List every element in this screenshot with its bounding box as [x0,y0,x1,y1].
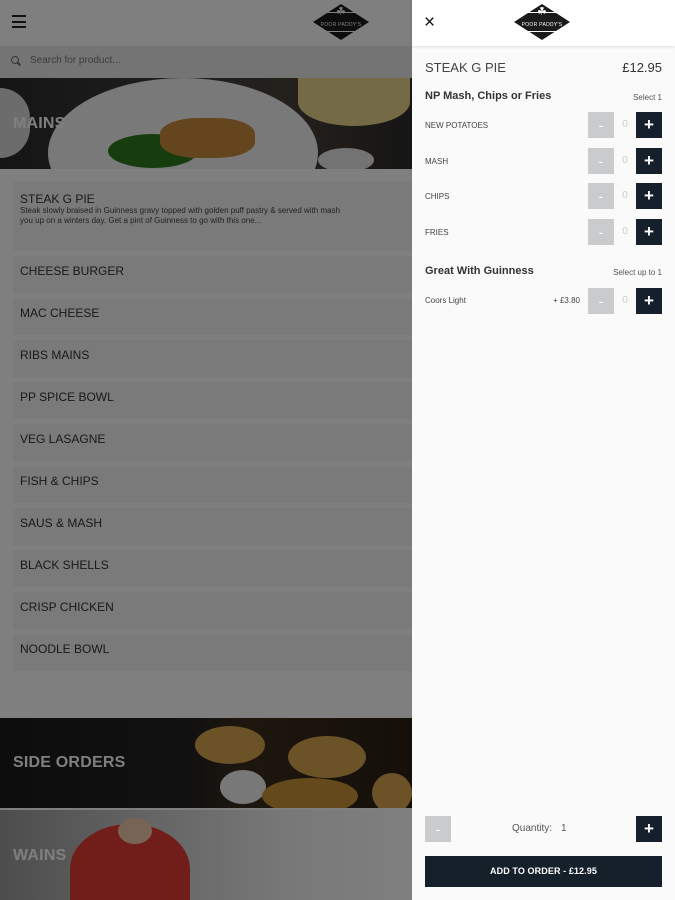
option-quantity: 0 [622,119,628,130]
product-title: STEAK G PIE [425,60,506,75]
option-increment-button[interactable]: + [636,288,662,314]
option-label: CHIPS [425,192,450,201]
option-increment-button[interactable]: + [636,148,662,174]
option-quantity: 0 [622,155,628,166]
option-label: FRIES [425,228,449,237]
add-to-order-button[interactable]: ADD TO ORDER - £12.95 [425,856,662,887]
modal-backdrop[interactable] [0,0,412,900]
option-label: NEW POTATOES [425,121,489,130]
option-increment-button[interactable]: + [636,183,662,209]
quantity-label: Quantity: [512,823,553,834]
quantity-increment-button[interactable]: + [636,816,662,842]
option-increment-button[interactable]: + [636,219,662,245]
option-price: + £3.80 [553,296,580,305]
option-quantity: 0 [622,190,628,201]
shamrock-icon: ☘ [537,6,547,18]
brand-logo: ☘ POOR PADDY'S [514,4,570,40]
option-increment-button[interactable]: + [636,112,662,138]
option-group-hint: Select 1 [633,93,662,102]
product-options-panel: × ☘ POOR PADDY'S STEAK G PIE £12.95 NP M… [412,0,675,900]
menu-page: ☘ POOR PADDY'S Search for product... MAI… [0,0,412,900]
option-decrement-button[interactable]: - [588,183,614,209]
option-decrement-button[interactable]: - [588,288,614,314]
option-decrement-button[interactable]: - [588,219,614,245]
product-price: £12.95 [622,60,662,75]
option-quantity: 0 [622,226,628,237]
option-decrement-button[interactable]: - [588,112,614,138]
option-group-title: Great With Guinness [425,265,534,277]
option-decrement-button[interactable]: - [588,148,614,174]
quantity-value[interactable]: 1 [561,823,567,834]
close-icon[interactable]: × [424,13,435,33]
option-group-title: NP Mash, Chips or Fries [425,90,552,102]
quantity-decrement-button[interactable]: - [425,816,451,842]
option-group-hint: Select up to 1 [613,268,662,277]
option-quantity: 0 [622,295,628,306]
option-label: Coors Light [425,296,466,305]
panel-header: × ☘ POOR PADDY'S [412,0,675,46]
option-label: MASH [425,157,449,166]
